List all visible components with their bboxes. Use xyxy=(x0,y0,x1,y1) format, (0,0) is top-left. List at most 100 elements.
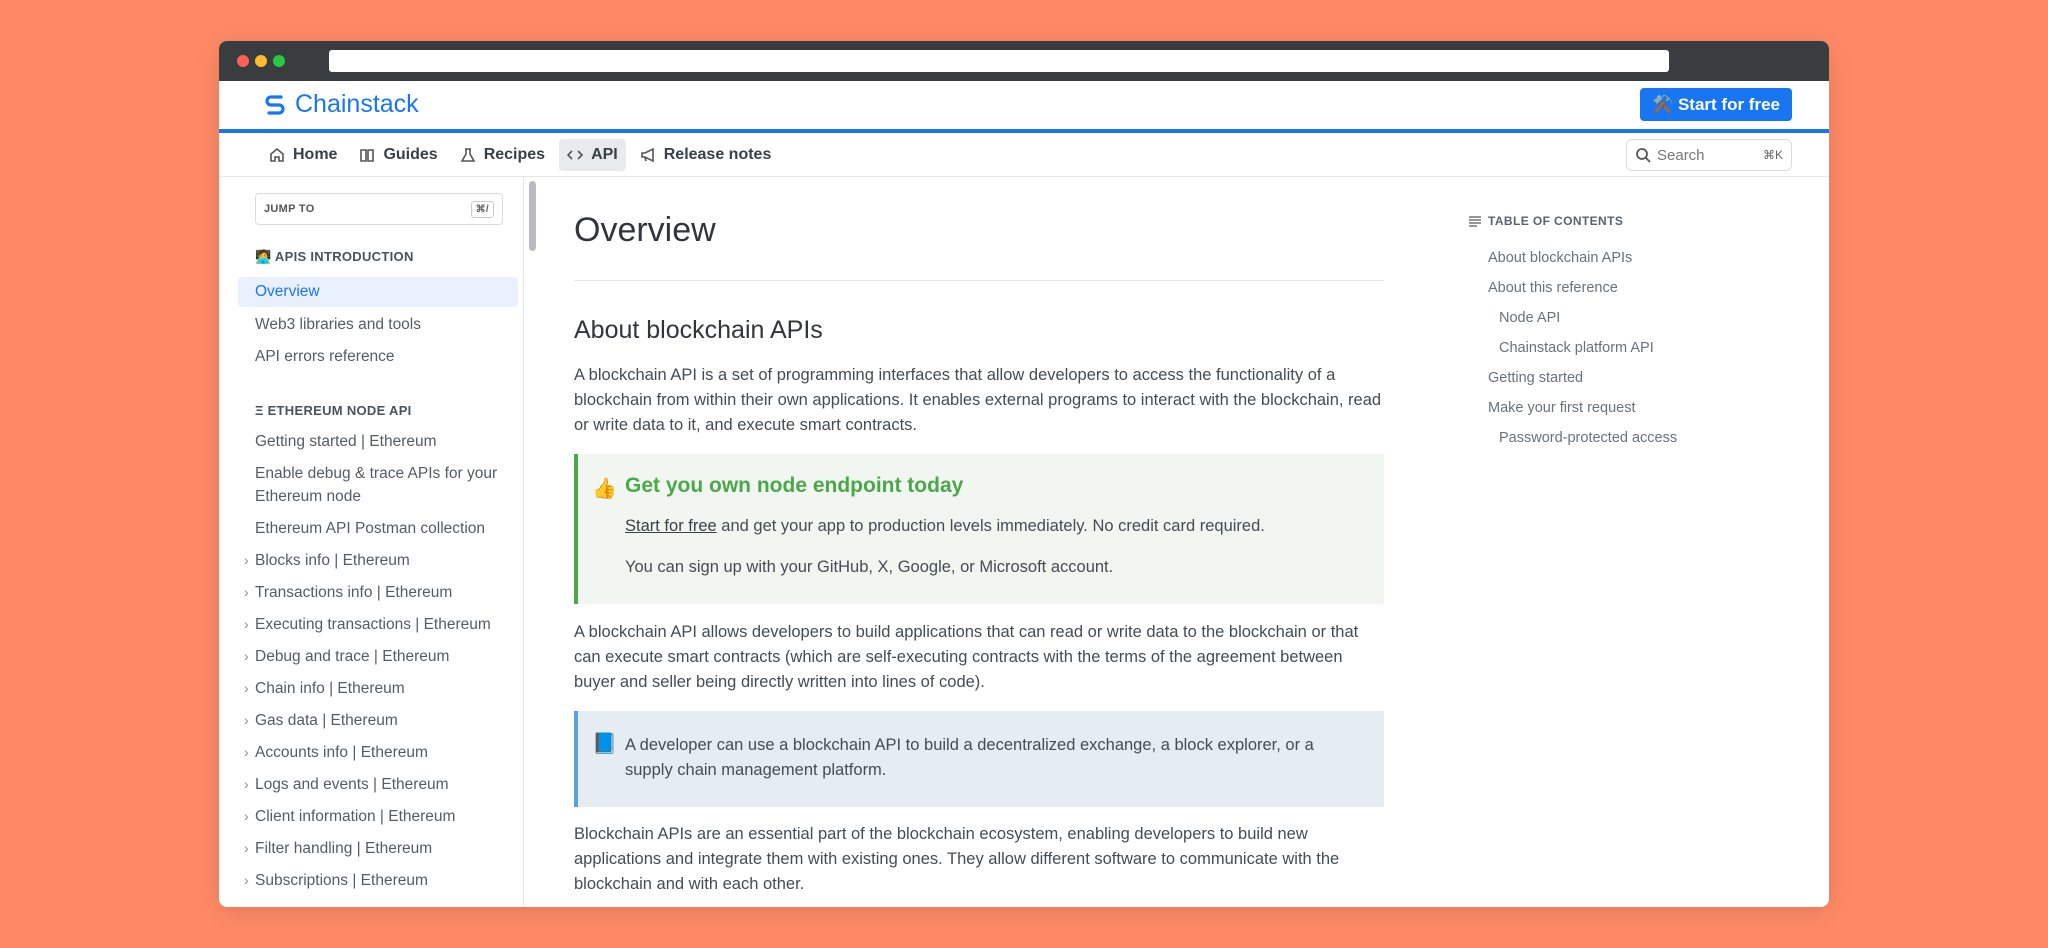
minimize-window-button[interactable] xyxy=(255,55,267,67)
sidebar-item-label: Debug and trace | Ethereum xyxy=(255,648,450,665)
chevron-right-icon: › xyxy=(244,808,249,824)
list-icon xyxy=(1469,216,1481,227)
callout-text-line2: You can sign up with your GitHub, X, Goo… xyxy=(625,558,1114,576)
nav-home[interactable]: Home xyxy=(261,139,345,171)
sidebar-item-gas-data[interactable]: › Gas data | Ethereum xyxy=(244,709,515,732)
flask-icon xyxy=(460,147,476,162)
nav-api[interactable]: API xyxy=(559,138,626,171)
search-shortcut: ⌘K xyxy=(1762,148,1783,162)
sidebar-section-apis-introduction: 🧑‍💻 APIS INTRODUCTION xyxy=(255,249,414,264)
browser-chrome xyxy=(219,41,1829,81)
toc-item-node-api[interactable]: Node API xyxy=(1499,310,1560,326)
jump-to-label: JUMP TO xyxy=(264,203,315,215)
site-header: Chainstack ⚒️ Start for free xyxy=(219,81,1829,133)
toc-heading: TABLE OF CONTENTS xyxy=(1468,214,1623,228)
nav-guides-label: Guides xyxy=(383,145,438,163)
book-icon xyxy=(360,148,375,162)
sidebar-item-label: Chain info | Ethereum xyxy=(255,680,405,697)
logo-text: Chainstack xyxy=(295,90,419,118)
toc-item-chainstack-platform-api[interactable]: Chainstack platform API xyxy=(1499,340,1654,356)
sidebar-item-accounts-info[interactable]: › Accounts info | Ethereum xyxy=(244,741,515,764)
callout-title: Get you own node endpoint today xyxy=(625,474,964,497)
chainstack-logo-icon xyxy=(265,94,285,115)
nav-home-label: Home xyxy=(293,145,338,163)
chevron-right-icon: › xyxy=(244,776,249,792)
sidebar-item-label: Filter handling | Ethereum xyxy=(255,840,433,857)
sidebar-item-label: Client information | Ethereum xyxy=(255,808,456,825)
chevron-right-icon: › xyxy=(244,744,249,760)
paragraph-ecosystem: Blockchain APIs are an essential part of… xyxy=(574,825,1340,893)
paragraph-api-allows: A blockchain API allows developers to bu… xyxy=(574,623,1359,691)
nav-release-notes[interactable]: Release notes xyxy=(632,139,780,171)
chevron-right-icon: › xyxy=(244,616,249,632)
sidebar-item-logs-events[interactable]: › Logs and events | Ethereum xyxy=(244,773,515,796)
main-nav: Home Guides Recipes API Release notes Se… xyxy=(219,133,1829,177)
page-title: Overview xyxy=(574,211,716,249)
callout-text-rest: and get your app to production levels im… xyxy=(716,517,1265,535)
chevron-right-icon: › xyxy=(244,584,249,600)
sidebar-item-client-information[interactable]: › Client information | Ethereum xyxy=(244,805,515,828)
nav-recipes-label: Recipes xyxy=(483,145,546,163)
toc-item-about-blockchain-apis[interactable]: About blockchain APIs xyxy=(1488,250,1632,266)
chevron-right-icon: › xyxy=(244,712,249,728)
browser-window: Chainstack ⚒️ Start for free Home Guides… xyxy=(219,41,1829,907)
toc-heading-label: TABLE OF CONTENTS xyxy=(1488,214,1624,228)
nav-recipes[interactable]: Recipes xyxy=(452,139,553,171)
chevron-right-icon: › xyxy=(244,648,249,664)
toc-item-make-first-request[interactable]: Make your first request xyxy=(1488,400,1635,416)
sidebar-item-label: Logs and events | Ethereum xyxy=(255,776,449,793)
sidebar-item-label: Transactions info | Ethereum xyxy=(255,584,453,601)
sidebar-item-label: Blocks info | Ethereum xyxy=(255,552,410,569)
sidebar-scrollbar[interactable] xyxy=(529,181,536,251)
toc-item-password-protected-access[interactable]: Password-protected access xyxy=(1499,430,1677,446)
sidebar-item-label: Executing transactions | Ethereum xyxy=(255,616,491,633)
megaphone-icon xyxy=(640,147,654,162)
close-window-button[interactable] xyxy=(237,55,249,67)
sidebar-item-blocks-info[interactable]: › Blocks info | Ethereum xyxy=(244,549,515,572)
page-body: JUMP TO ⌘/ 🧑‍💻 APIS INTRODUCTION Overvie… xyxy=(219,177,1829,907)
sidebar-item-executing-transactions[interactable]: › Executing transactions | Ethereum xyxy=(244,613,515,636)
title-divider xyxy=(574,280,1384,281)
address-bar[interactable] xyxy=(329,50,1669,72)
sidebar-item-label: Subscriptions | Ethereum xyxy=(255,872,428,889)
jump-to-input[interactable]: JUMP TO ⌘/ xyxy=(255,193,503,225)
sidebar: JUMP TO ⌘/ 🧑‍💻 APIS INTRODUCTION Overvie… xyxy=(219,177,524,907)
callout-node-endpoint: 👍 Get you own node endpoint today Start … xyxy=(574,454,1384,604)
sidebar-item-chain-info[interactable]: › Chain info | Ethereum xyxy=(244,677,515,700)
callout-developer-use: 📘 A developer can use a blockchain API t… xyxy=(574,711,1384,807)
sidebar-item-overview[interactable]: Overview xyxy=(238,277,518,307)
sidebar-item-postman[interactable]: Ethereum API Postman collection xyxy=(255,517,515,540)
chainstack-logo[interactable]: Chainstack xyxy=(261,90,419,119)
sidebar-item-label: Gas data | Ethereum xyxy=(255,712,398,729)
sidebar-item-transactions-info[interactable]: › Transactions info | Ethereum xyxy=(244,581,515,604)
nav-guides[interactable]: Guides xyxy=(351,139,445,171)
sidebar-item-subscriptions[interactable]: › Subscriptions | Ethereum xyxy=(244,869,515,892)
sidebar-item-api-errors[interactable]: API errors reference xyxy=(255,345,515,368)
toc-item-getting-started[interactable]: Getting started xyxy=(1488,370,1583,386)
home-icon xyxy=(270,147,284,162)
nav-release-notes-label: Release notes xyxy=(663,145,772,163)
callout-text-line1: Start for free and get your app to produ… xyxy=(625,514,1265,539)
chevron-right-icon: › xyxy=(244,872,249,888)
chevron-right-icon: › xyxy=(244,552,249,568)
sidebar-item-getting-started[interactable]: Getting started | Ethereum xyxy=(255,430,515,453)
sidebar-item-debug-trace[interactable]: › Debug and trace | Ethereum xyxy=(244,645,515,668)
sidebar-item-enable-debug[interactable]: Enable debug & trace APIs for your Ether… xyxy=(255,462,515,508)
code-icon xyxy=(567,149,584,160)
sidebar-section-ethereum-node-api: Ξ ETHEREUM NODE API xyxy=(255,403,412,418)
search-box[interactable]: Search ⌘K xyxy=(1626,139,1792,171)
start-for-free-link[interactable]: Start for free xyxy=(625,517,717,535)
callout-developer-text: A developer can use a blockchain API to … xyxy=(625,736,1314,779)
search-placeholder: Search xyxy=(1657,146,1705,164)
chevron-right-icon: › xyxy=(244,680,249,696)
start-for-free-button[interactable]: ⚒️ Start for free xyxy=(1640,88,1792,121)
nav-api-label: API xyxy=(591,145,618,163)
maximize-window-button[interactable] xyxy=(273,55,285,67)
toc-item-about-this-reference[interactable]: About this reference xyxy=(1488,280,1618,296)
sidebar-item-label: Accounts info | Ethereum xyxy=(255,744,428,761)
thumbs-up-icon: 👍 xyxy=(592,478,617,500)
sidebar-item-filter-handling[interactable]: › Filter handling | Ethereum xyxy=(244,837,515,860)
jump-to-shortcut: ⌘/ xyxy=(470,200,494,218)
section-heading-about-blockchain-apis: About blockchain APIs xyxy=(574,316,823,344)
sidebar-item-web3-libraries[interactable]: Web3 libraries and tools xyxy=(255,313,515,336)
